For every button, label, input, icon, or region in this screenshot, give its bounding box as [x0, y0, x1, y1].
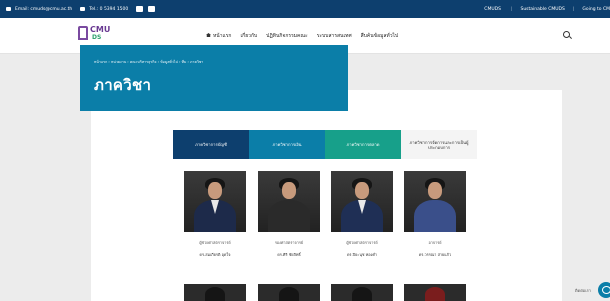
topbar-divider: |: [572, 6, 575, 12]
staff-photo-partial[interactable]: [258, 284, 320, 301]
staff-photo-partial[interactable]: [404, 284, 466, 301]
staff-photo-partial[interactable]: [331, 284, 393, 301]
staff-role: ผู้ช่วยศาสตราจารย์: [199, 240, 231, 245]
page-title: ภาควิชา: [94, 76, 152, 94]
staff-photo: [404, 171, 466, 232]
home-icon: [206, 33, 211, 37]
youtube-icon[interactable]: [148, 6, 156, 12]
main-nav: หน้าแรก เกี่ยวกับ ปฏิทินกิจกรรมคณะ ระบบส…: [206, 32, 398, 40]
staff-role: ผู้ช่วยศาสตราจารย์: [346, 240, 378, 245]
tab-management[interactable]: ภาควิชาการจัดการและการเป็นผู้ประกอบการ: [401, 130, 477, 159]
topbar-link-cmuds[interactable]: CMUDS: [484, 7, 501, 12]
nav-item-systems[interactable]: ระบบสารสนเทศ: [317, 32, 352, 40]
logo-mark: [78, 26, 88, 40]
chat-label[interactable]: ติดต่อเรา: [575, 287, 591, 294]
topbar-link-going[interactable]: Going to CM: [582, 7, 610, 12]
nav-item-search[interactable]: สืบค้นข้อมูลทั่วไป: [361, 32, 399, 40]
facebook-icon[interactable]: [136, 6, 144, 12]
nav-item-home[interactable]: หน้าแรก: [206, 32, 231, 40]
nav-item-calendar[interactable]: ปฏิทินกิจกรรมคณะ: [266, 32, 308, 40]
staff-role: รองศาสตราจารย์: [274, 240, 304, 245]
staff-card[interactable]: ผู้ช่วยศาสตราจารย์ ดร.ปิยะนุช ทองคำ: [331, 171, 393, 258]
staff-photo: [331, 171, 393, 232]
top-info-bar: Email: cmuds@cmu.ac.th Tel.: 0 5394 1500…: [0, 0, 610, 18]
chat-icon[interactable]: [598, 282, 610, 298]
topbar-email[interactable]: Email: cmuds@cmu.ac.th: [15, 7, 72, 12]
staff-card[interactable]: รองศาสตราจารย์ ดร.ศิริ ชัยสิทธิ์: [258, 171, 320, 258]
logo-text-ds: DS: [92, 34, 102, 41]
staff-photo: [258, 171, 320, 232]
staff-photo: [184, 171, 246, 232]
topbar-divider: |: [510, 6, 513, 12]
staff-role: อาจารย์: [428, 240, 442, 245]
page-hero: หน้าแรก › หน่วยงาน › คณะบริหารธุรกิจ › ข…: [80, 45, 348, 111]
tab-finance[interactable]: ภาควิชาการเงิน: [249, 130, 325, 159]
topbar-phone[interactable]: Tel.: 0 5394 1500: [89, 7, 128, 12]
staff-photo-partial[interactable]: [184, 284, 246, 301]
staff-card[interactable]: อาจารย์ ดร.วรรณา สายแก้ว: [404, 171, 466, 258]
phone-icon: [80, 7, 86, 11]
email-icon: [6, 7, 11, 11]
logo-text-cmu: CMU: [90, 25, 111, 34]
staff-name: ดร.สมเกียรติ อุดใจ: [199, 252, 231, 257]
search-icon[interactable]: [563, 31, 570, 38]
staff-name: ดร.วรรณา สายแก้ว: [418, 252, 452, 257]
department-tabs: ภาควิชาการบัญชี ภาควิชาการเงิน ภาควิชากา…: [173, 130, 477, 159]
staff-name: ดร.ศิริ ชัยสิทธิ์: [277, 252, 301, 257]
tab-accounting[interactable]: ภาควิชาการบัญชี: [173, 130, 249, 159]
breadcrumb[interactable]: หน้าแรก › หน่วยงาน › คณะบริหารธุรกิจ › ข…: [94, 59, 203, 65]
main-content-panel: [91, 90, 562, 301]
tab-marketing[interactable]: ภาควิชาการตลาด: [325, 130, 401, 159]
staff-card[interactable]: ผู้ช่วยศาสตราจารย์ ดร.สมเกียรติ อุดใจ: [184, 171, 246, 258]
nav-item-about[interactable]: เกี่ยวกับ: [240, 32, 257, 40]
staff-name: ดร.ปิยะนุช ทองคำ: [346, 252, 378, 257]
topbar-link-sustainable[interactable]: Sustainable CMUDS: [520, 7, 564, 12]
